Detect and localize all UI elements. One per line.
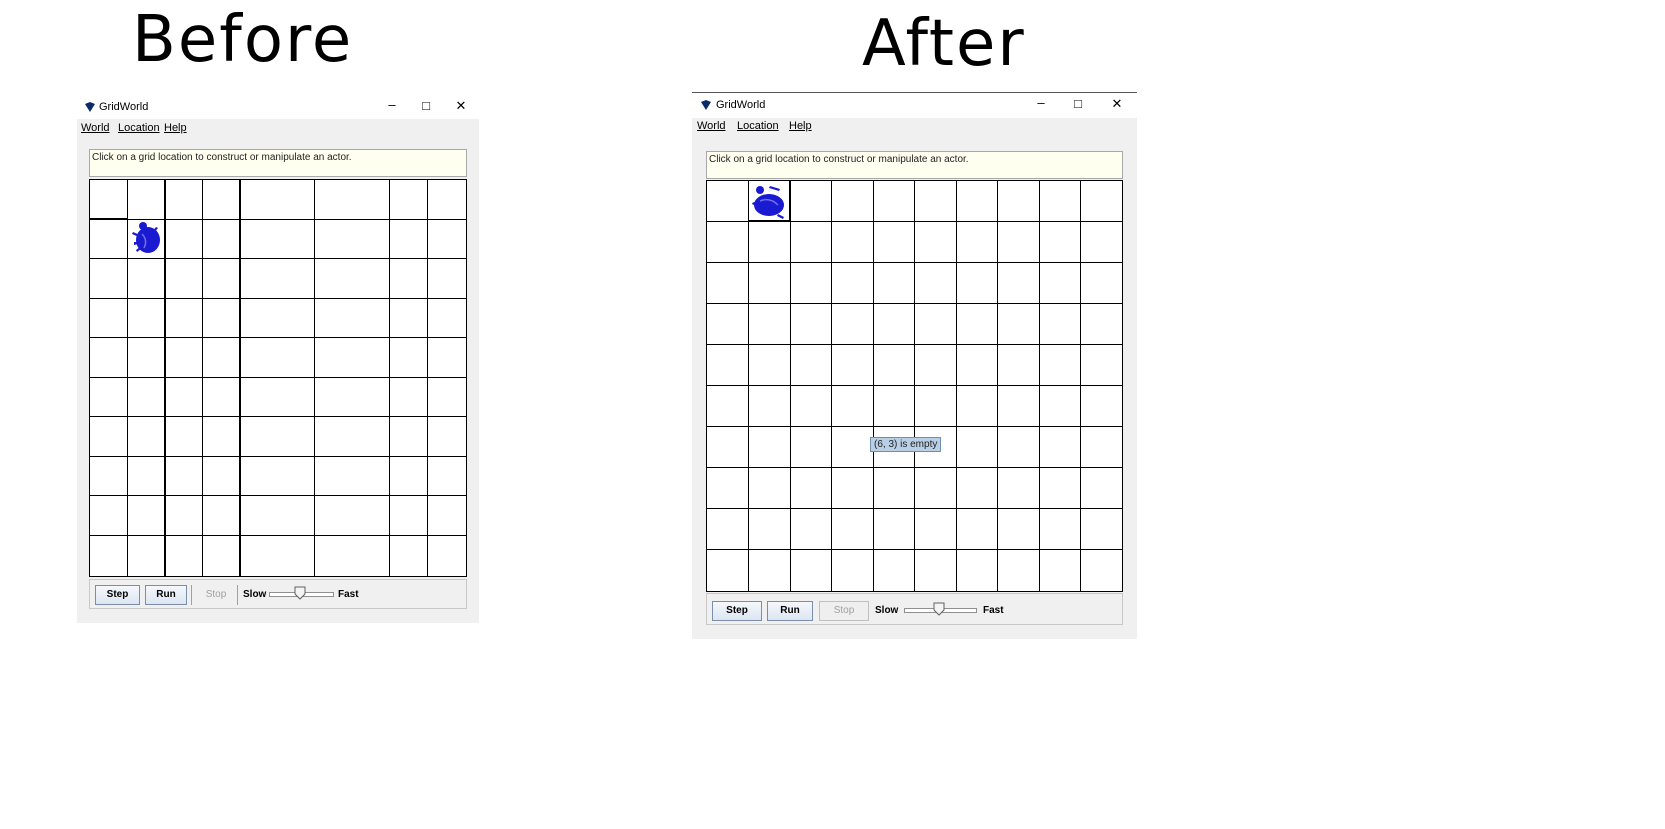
title-bar: GridWorld – □ ✕ <box>692 93 1137 118</box>
message-area: Click on a grid location to construct or… <box>706 151 1123 179</box>
bug-icon[interactable] <box>750 183 788 220</box>
heading-before: Before <box>132 3 354 77</box>
grid-line <box>90 298 466 299</box>
fast-label: Fast <box>983 605 1004 616</box>
grid-line <box>314 180 315 576</box>
grid-line <box>790 181 791 591</box>
fast-label: Fast <box>338 589 359 600</box>
maximize-button[interactable]: □ <box>1071 97 1085 110</box>
grid-line <box>389 180 390 576</box>
grid-line <box>90 535 466 536</box>
grid-line <box>956 181 957 591</box>
grid-line <box>90 456 466 457</box>
grid-line <box>707 467 1122 468</box>
menu-bar: World Location Help <box>692 120 1137 136</box>
selection-outline <box>748 220 791 222</box>
menu-location[interactable]: Location <box>737 120 779 132</box>
grid-line <box>90 337 466 338</box>
step-button[interactable]: Step <box>712 601 762 621</box>
grid-before[interactable] <box>89 179 467 577</box>
run-button[interactable]: Run <box>145 585 187 605</box>
title-bar: GridWorld – □ ✕ <box>77 95 479 119</box>
slow-label: Slow <box>243 589 267 600</box>
stop-button[interactable]: Stop <box>196 585 236 605</box>
grid-line <box>90 495 466 496</box>
grid-line <box>707 385 1122 386</box>
toolbar-separator <box>237 585 238 605</box>
menu-help[interactable]: Help <box>164 122 187 134</box>
minimize-button[interactable]: – <box>1034 96 1048 109</box>
grid-line <box>90 258 466 259</box>
grid-line <box>707 508 1122 509</box>
window-title: GridWorld <box>716 99 766 111</box>
message-area: Click on a grid location to construct or… <box>89 149 467 177</box>
grid-line <box>707 426 1122 427</box>
control-panel: Step Run Stop Slow Fast <box>706 593 1123 625</box>
grid-line <box>707 344 1122 345</box>
step-button[interactable]: Step <box>95 585 140 605</box>
menu-world[interactable]: World <box>81 122 110 134</box>
grid-line <box>90 377 466 378</box>
maximize-button[interactable]: □ <box>419 99 433 112</box>
grid-line <box>914 181 915 591</box>
grid-line <box>427 180 428 576</box>
stop-button[interactable]: Stop <box>819 601 869 621</box>
run-button[interactable]: Run <box>767 601 813 621</box>
close-button[interactable]: ✕ <box>1110 97 1124 110</box>
selection-outline <box>789 181 791 222</box>
menu-location[interactable]: Location <box>118 122 160 134</box>
slow-label: Slow <box>875 605 899 616</box>
grid-line <box>873 181 874 591</box>
gridworld-window-after: GridWorld – □ ✕ World Location Help Clic… <box>692 92 1137 639</box>
grid-line <box>748 181 749 591</box>
grid-line <box>127 180 128 576</box>
gridworld-app-icon <box>701 100 711 110</box>
grid-line <box>1039 181 1040 591</box>
control-panel: Step Run Stop Slow Fast <box>89 579 467 609</box>
slider-thumb[interactable] <box>933 602 945 616</box>
window-title: GridWorld <box>99 101 149 113</box>
gridworld-window-before: GridWorld – □ ✕ World Location Help Clic… <box>77 95 479 623</box>
slider-thumb[interactable] <box>294 586 306 600</box>
minimize-button[interactable]: – <box>385 98 399 111</box>
grid-line <box>164 180 166 576</box>
gridworld-app-icon <box>85 102 95 112</box>
grid-line <box>831 181 832 591</box>
grid-line <box>707 303 1122 304</box>
grid-after[interactable]: (6, 3) is empty <box>706 180 1123 592</box>
grid-line <box>997 181 998 591</box>
toolbar-separator <box>191 585 192 605</box>
heading-after: After <box>862 7 1026 81</box>
bug-icon[interactable] <box>130 220 164 256</box>
selection-outline <box>90 218 128 220</box>
grid-line <box>239 180 241 576</box>
location-tooltip: (6, 3) is empty <box>870 437 942 452</box>
menu-world[interactable]: World <box>697 120 726 132</box>
menu-help[interactable]: Help <box>789 120 812 132</box>
menu-bar: World Location Help <box>77 122 479 138</box>
grid-line <box>202 180 203 576</box>
close-button[interactable]: ✕ <box>454 99 468 112</box>
grid-line <box>1080 181 1081 591</box>
grid-line <box>707 549 1122 550</box>
grid-line <box>707 262 1122 263</box>
grid-line <box>90 416 466 417</box>
